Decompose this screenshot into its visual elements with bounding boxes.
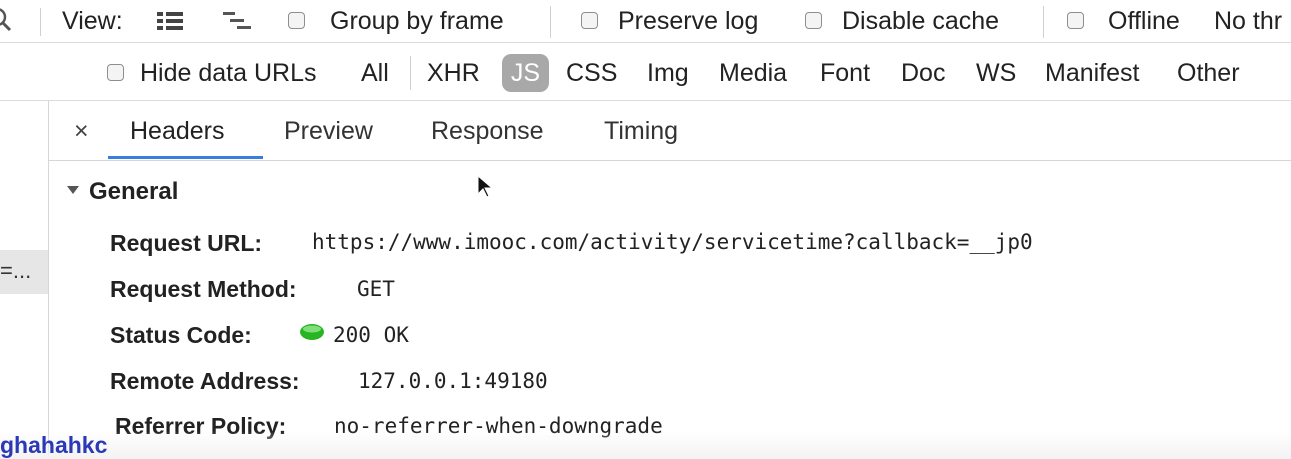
close-icon[interactable]: × [74, 116, 89, 146]
tab-response[interactable]: Response [431, 116, 544, 146]
filter-divider [410, 56, 411, 90]
filter-font[interactable]: Font [820, 58, 870, 88]
disable-cache-checkbox[interactable] [805, 12, 822, 29]
status-code-value: 200 OK [333, 323, 409, 347]
offline-checkbox[interactable] [1067, 12, 1084, 29]
tab-preview[interactable]: Preview [284, 116, 373, 146]
filter-all[interactable]: All [361, 58, 389, 88]
remote-address-key: Remote Address: [110, 368, 300, 394]
request-url-key: Request URL: [110, 230, 263, 256]
filter-doc[interactable]: Doc [901, 58, 945, 88]
filter-bar: Hide data URLs All XHR JS CSS Img Media … [0, 43, 1291, 101]
filter-xhr[interactable]: XHR [427, 58, 480, 88]
view-label: View: [62, 7, 123, 35]
tab-timing[interactable]: Timing [604, 116, 678, 146]
hide-data-urls-checkbox[interactable] [107, 64, 124, 81]
large-request-rows-icon[interactable] [156, 11, 184, 36]
collapse-triangle-icon[interactable] [66, 183, 80, 202]
toolbar-divider [40, 8, 41, 36]
group-by-frame-label: Group by frame [330, 7, 504, 35]
mouse-cursor-icon [476, 174, 494, 204]
toolbar-divider [1043, 6, 1044, 38]
network-toolbar: View: Group by frame Preserve log Disabl… [0, 0, 1291, 43]
search-icon[interactable] [0, 6, 16, 39]
waterfall-overview-icon[interactable] [222, 11, 252, 36]
request-row-text: =... [0, 258, 32, 283]
group-by-frame-checkbox[interactable] [288, 12, 305, 29]
filter-ws[interactable]: WS [976, 58, 1016, 88]
general-section-title[interactable]: General [89, 178, 178, 206]
hide-data-urls-label: Hide data URLs [140, 59, 317, 87]
filter-other[interactable]: Other [1177, 58, 1240, 88]
request-method-key: Request Method: [110, 276, 297, 302]
overlay-caption: ghahahkc [0, 432, 108, 458]
request-method-value: GET [357, 277, 395, 301]
remote-address-value: 127.0.0.1:49180 [358, 369, 548, 393]
offline-label: Offline [1108, 7, 1180, 35]
filter-css[interactable]: CSS [566, 58, 617, 88]
tab-headers[interactable]: Headers [130, 116, 225, 146]
bottom-shade [0, 431, 1291, 459]
request-url-value: https://www.imooc.com/activity/serviceti… [312, 230, 1033, 254]
request-row[interactable]: =... [0, 250, 48, 294]
status-code-key: Status Code: [110, 322, 252, 348]
filter-img[interactable]: Img [647, 58, 689, 88]
filter-js[interactable]: JS [502, 54, 549, 92]
details-tabbar: × Headers Preview Response Timing [49, 101, 1291, 161]
active-tab-indicator [108, 156, 263, 159]
preserve-log-checkbox[interactable] [581, 12, 598, 29]
toolbar-divider [550, 6, 551, 38]
filter-manifest[interactable]: Manifest [1045, 58, 1139, 88]
status-ok-icon [299, 322, 325, 347]
preserve-log-label: Preserve log [618, 7, 759, 35]
filter-media[interactable]: Media [719, 58, 787, 88]
throttling-select[interactable]: No thr [1214, 6, 1282, 36]
disable-cache-label: Disable cache [842, 7, 1000, 35]
